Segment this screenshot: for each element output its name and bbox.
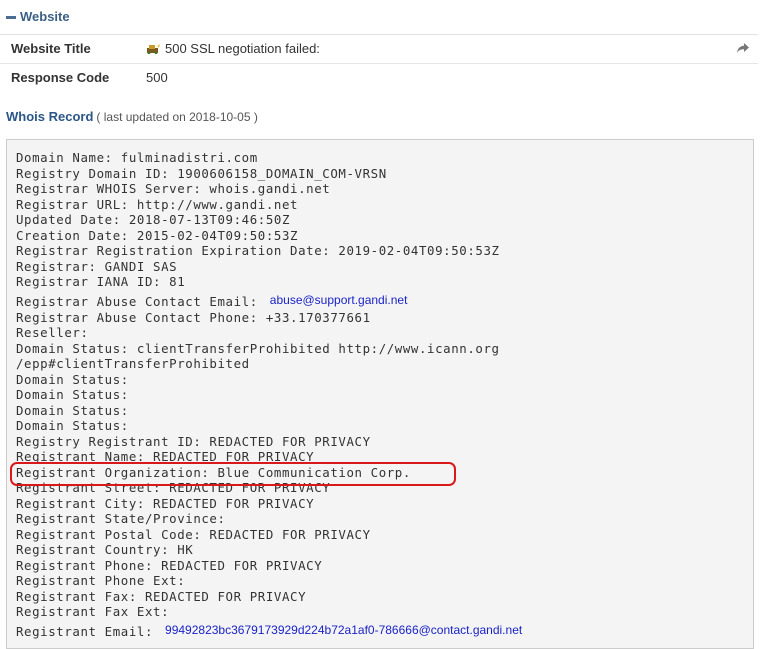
whois-line: Registrant City: REDACTED FOR PRIVACY bbox=[16, 496, 522, 512]
whois-line: Domain Status: bbox=[16, 403, 522, 419]
whois-line-text: Registrar WHOIS Server: whois.gandi.net bbox=[16, 181, 331, 196]
whois-line-text: Domain Status: bbox=[16, 402, 129, 418]
website-title-text: 500 SSL negotiation failed: bbox=[165, 41, 320, 56]
whois-line-text: Domain Name: fulminadistri.com bbox=[16, 150, 258, 165]
whois-line: /epp#clientTransferProhibited bbox=[16, 356, 522, 372]
whois-line: Registrant State/Province: bbox=[16, 511, 522, 527]
whois-line-text: Registrar Abuse Contact Phone: +33.17037… bbox=[16, 309, 371, 325]
whois-line-text: Domain Status: bbox=[16, 418, 129, 433]
whois-record-box: Domain Name: fulminadistri.com Registry D… bbox=[6, 139, 754, 649]
website-title-row: Website Title 500 SSL negotiation failed… bbox=[0, 34, 758, 64]
whois-line: Creation Date: 2015-02-04T09:50:53Z bbox=[16, 228, 522, 244]
section-title: Website bbox=[20, 9, 70, 24]
share-icon[interactable] bbox=[736, 42, 750, 54]
whois-line-text: Registrant City: REDACTED FOR PRIVACY bbox=[16, 495, 315, 511]
whois-line: Registrant Fax Ext: bbox=[16, 604, 522, 620]
whois-line: Registrar URL: http://www.gandi.net bbox=[16, 197, 522, 213]
minus-icon[interactable] bbox=[6, 16, 16, 19]
whois-line-text: Registrant State/Province: bbox=[16, 511, 226, 526]
whois-line-text: Registrant Postal Code: REDACTED FOR PRI… bbox=[16, 526, 371, 542]
whois-line: Registrar: GANDI SAS bbox=[16, 259, 522, 275]
whois-line: Domain Status: clientTransferProhibited … bbox=[16, 341, 522, 357]
whois-line: Registrar Abuse Contact Phone: +33.17037… bbox=[16, 310, 522, 326]
whois-line-text: Registry Registrant ID: REDACTED FOR PRI… bbox=[16, 433, 371, 449]
whois-record-text: Domain Name: fulminadistri.com Registry D… bbox=[16, 150, 522, 640]
whois-line: Updated Date: 2018-07-13T09:46:50Z bbox=[16, 212, 522, 228]
whois-line: Registrar IANA ID: 81 bbox=[16, 274, 522, 290]
whois-line-text: Registrant Phone: REDACTED FOR PRIVACY bbox=[16, 557, 323, 573]
whois-line-text: /epp#clientTransferProhibited bbox=[16, 356, 250, 371]
whois-line-text: Creation Date: 2015-02-04T09:50:53Z bbox=[16, 227, 299, 243]
whois-header: Whois Record( last updated on 2018-10-05… bbox=[6, 109, 258, 124]
email-link[interactable]: 99492823bc3679173929d224b72a1af0-786666@… bbox=[165, 623, 522, 637]
response-code-label: Response Code bbox=[11, 70, 110, 85]
whois-line-text: Registrant Email: bbox=[16, 623, 154, 639]
whois-line: Registrant Phone Ext: bbox=[16, 573, 522, 589]
whois-line-text: Registrar Registration Expiration Date: … bbox=[16, 243, 500, 258]
whois-line: Domain Status: bbox=[16, 387, 522, 403]
whois-line: Registrar Registration Expiration Date: … bbox=[16, 243, 522, 259]
whois-line: Registrant Postal Code: REDACTED FOR PRI… bbox=[16, 527, 522, 543]
whois-line: Registry Domain ID: 1900606158_DOMAIN_CO… bbox=[16, 166, 522, 182]
whois-line-text: Registrar URL: http://www.gandi.net bbox=[16, 196, 299, 212]
whois-line: Domain Name: fulminadistri.com bbox=[16, 150, 522, 166]
website-title-value: 500 SSL negotiation failed: bbox=[146, 41, 320, 56]
whois-line: Domain Status: bbox=[16, 418, 522, 434]
whois-line-text: Registrant Fax: REDACTED FOR PRIVACY bbox=[16, 588, 307, 604]
whois-line: Reseller: bbox=[16, 325, 522, 341]
whois-line-text: Registrar: GANDI SAS bbox=[16, 258, 178, 274]
whois-line-text: Registrant Country: HK bbox=[16, 542, 194, 557]
whois-line: Registrar Abuse Contact Email: abuse@supp… bbox=[16, 290, 522, 310]
whois-line: Registrant Phone: REDACTED FOR PRIVACY bbox=[16, 558, 522, 574]
whois-line-text: Reseller: bbox=[16, 325, 89, 340]
whois-line-text: Registrant Phone Ext: bbox=[16, 573, 186, 588]
whois-line: Registrant Fax: REDACTED FOR PRIVACY bbox=[16, 589, 522, 605]
whois-last-updated: ( last updated on 2018-10-05 ) bbox=[96, 110, 258, 124]
whois-line-text: Registrar Abuse Contact Email: bbox=[16, 293, 258, 309]
registrant-organization-highlight bbox=[10, 462, 456, 486]
whois-line-text: Registrar IANA ID: 81 bbox=[16, 274, 186, 289]
whois-line: Registrar WHOIS Server: whois.gandi.net bbox=[16, 181, 522, 197]
whois-line-text: Updated Date: 2018-07-13T09:46:50Z bbox=[16, 212, 291, 227]
response-code-value: 500 bbox=[146, 70, 168, 85]
whois-title: Whois Record bbox=[6, 109, 94, 124]
website-section-header[interactable]: Website bbox=[0, 0, 758, 35]
response-code-row: Response Code 500 bbox=[0, 63, 758, 92]
whois-line-text: Domain Status: bbox=[16, 387, 129, 402]
website-favicon-icon bbox=[147, 44, 160, 54]
whois-line-text: Registrant Fax Ext: bbox=[16, 604, 170, 619]
whois-line: Registrant Country: HK bbox=[16, 542, 522, 558]
whois-line: Registry Registrant ID: REDACTED FOR PRI… bbox=[16, 434, 522, 450]
website-title-label: Website Title bbox=[11, 41, 91, 56]
whois-line-text: Domain Status: clientTransferProhibited … bbox=[16, 340, 500, 356]
whois-line-text: Domain Status: bbox=[16, 371, 129, 387]
whois-line-text: Registry Domain ID: 1900606158_DOMAIN_CO… bbox=[16, 165, 387, 181]
whois-line: Domain Status: bbox=[16, 372, 522, 388]
whois-line: Registrant Email: 99492823bc3679173929d22… bbox=[16, 620, 522, 640]
email-link[interactable]: abuse@support.gandi.net bbox=[270, 293, 408, 307]
